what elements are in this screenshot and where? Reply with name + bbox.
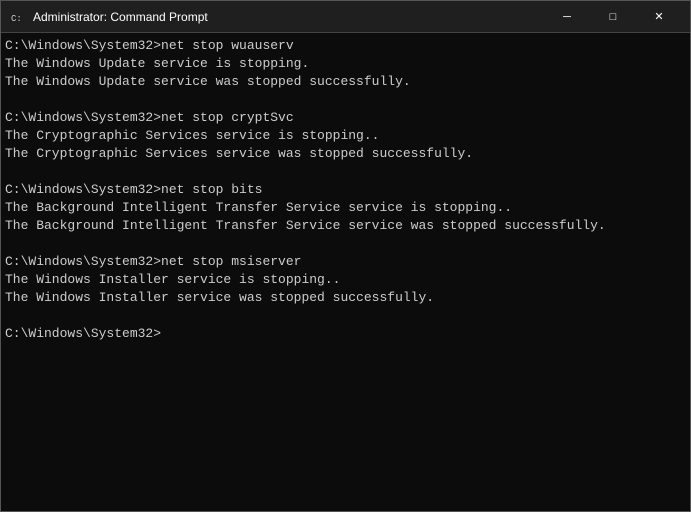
cmd-icon: C:: [9, 9, 25, 25]
window-controls: ─ □ ✕: [544, 1, 682, 33]
maximize-button[interactable]: □: [590, 1, 636, 33]
minimize-button[interactable]: ─: [544, 1, 590, 33]
terminal-line: C:\Windows\System32>: [5, 325, 686, 343]
terminal-line: [5, 235, 686, 253]
cmd-window: C: Administrator: Command Prompt ─ □ ✕ C…: [0, 0, 691, 512]
titlebar: C: Administrator: Command Prompt ─ □ ✕: [1, 1, 690, 33]
terminal-line: [5, 307, 686, 325]
terminal-line: The Cryptographic Services service is st…: [5, 127, 686, 145]
close-button[interactable]: ✕: [636, 1, 682, 33]
svg-text:C:: C:: [11, 14, 22, 24]
terminal-line: C:\Windows\System32>net stop bits: [5, 181, 686, 199]
terminal-line: C:\Windows\System32>net stop msiserver: [5, 253, 686, 271]
terminal-output[interactable]: C:\Windows\System32>net stop wuauservThe…: [1, 33, 690, 511]
window-title: Administrator: Command Prompt: [33, 10, 544, 24]
terminal-line: The Windows Installer service was stoppe…: [5, 289, 686, 307]
terminal-line: The Background Intelligent Transfer Serv…: [5, 199, 686, 217]
terminal-line: The Windows Update service is stopping.: [5, 55, 686, 73]
terminal-line: The Cryptographic Services service was s…: [5, 145, 686, 163]
terminal-line: [5, 91, 686, 109]
terminal-line: The Background Intelligent Transfer Serv…: [5, 217, 686, 235]
terminal-line: [5, 163, 686, 181]
terminal-line: C:\Windows\System32>net stop wuauserv: [5, 37, 686, 55]
terminal-line: C:\Windows\System32>net stop cryptSvc: [5, 109, 686, 127]
terminal-line: The Windows Update service was stopped s…: [5, 73, 686, 91]
terminal-line: The Windows Installer service is stoppin…: [5, 271, 686, 289]
